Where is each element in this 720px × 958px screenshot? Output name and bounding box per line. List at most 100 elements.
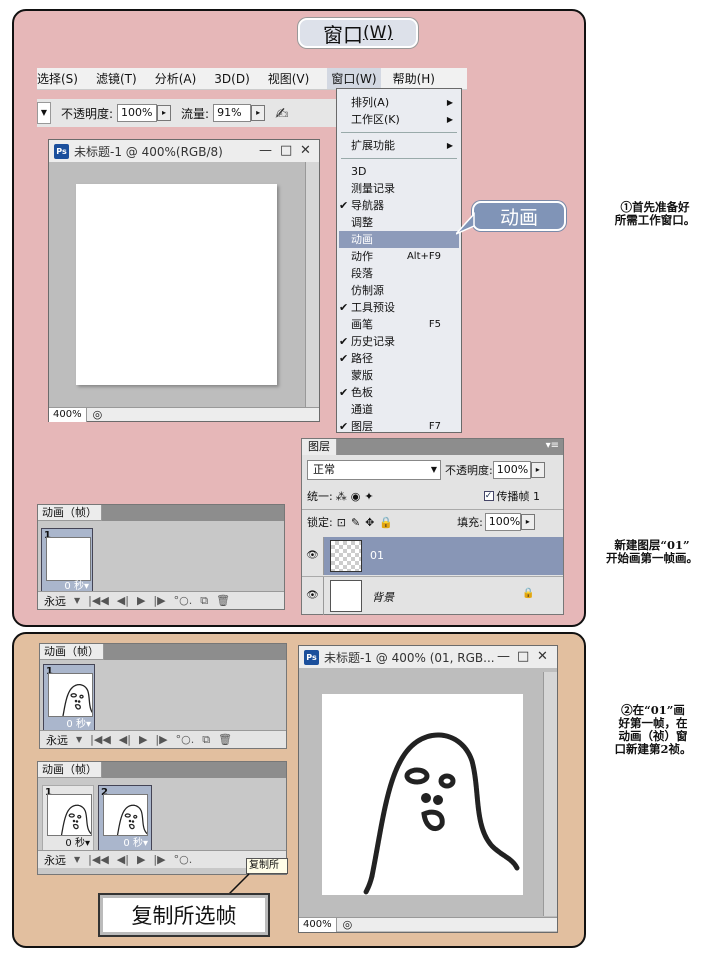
next-frame-icon[interactable]: |▶ xyxy=(153,853,165,866)
tween-icon[interactable]: °○. xyxy=(174,594,193,607)
menu-help[interactable]: 帮助(H) xyxy=(393,70,435,87)
frame-1[interactable]: 1 0 秒▾ xyxy=(43,664,101,732)
tween-icon[interactable]: °○. xyxy=(174,853,193,866)
airbrush-icon[interactable]: ✍ xyxy=(275,104,288,123)
menu-item[interactable]: 画笔 F5 xyxy=(351,316,459,333)
layer-row-01[interactable]: 👁 01 xyxy=(302,537,563,575)
layers-tab[interactable]: 图层 xyxy=(302,439,337,455)
lock-all-icon[interactable]: 🔒 xyxy=(379,516,393,529)
menu-item[interactable]: 段落 xyxy=(351,265,459,282)
menu-3d[interactable]: 3D(D) xyxy=(214,72,249,86)
layer-opacity-field[interactable]: 100% xyxy=(492,461,531,479)
animation-tab[interactable]: 动画（帧） xyxy=(38,505,102,521)
maximize-icon[interactable]: □ xyxy=(280,143,292,158)
eye-icon[interactable]: 👁 xyxy=(302,537,324,575)
frame-delay[interactable]: 0 秒▾ xyxy=(123,834,148,849)
canvas[interactable] xyxy=(322,694,523,895)
menu-item[interactable]: ✔ 色板 xyxy=(339,384,459,401)
menu-item[interactable]: ✔ 路径 xyxy=(339,350,459,367)
loop-select[interactable]: 永远 xyxy=(44,593,66,609)
vertical-scrollbar[interactable] xyxy=(543,672,557,916)
fill-stepper[interactable]: ▸ xyxy=(520,514,535,530)
menu-item[interactable]: 蒙版 xyxy=(351,367,459,384)
chevron-down-icon[interactable]: ▼ xyxy=(37,102,51,124)
document-titlebar[interactable]: Ps 未标题-1 @ 400%(RGB/8) xyxy=(49,140,319,162)
fill-field[interactable]: 100% xyxy=(484,513,521,531)
menu-item[interactable]: 测量记录 xyxy=(351,180,459,197)
menu-item[interactable]: ✔ 图层 F7 xyxy=(339,418,459,435)
menu-item[interactable]: ✔ 导航器 xyxy=(339,197,459,214)
loop-select[interactable]: 永远 xyxy=(44,852,66,868)
chevron-down-icon[interactable]: ▼ xyxy=(76,735,82,744)
status-menu-icon[interactable]: ◎ xyxy=(93,408,103,421)
menu-item[interactable]: 动画 xyxy=(339,231,459,248)
flow-field[interactable]: 91% xyxy=(213,104,252,122)
menu-item-workspace[interactable]: 工作区(K) ▶ xyxy=(351,111,459,128)
menu-select[interactable]: 选择(S) xyxy=(37,70,78,87)
opacity-field[interactable]: 100% xyxy=(117,104,158,122)
menu-item-arrange[interactable]: 排列(A) ▶ xyxy=(351,94,459,111)
play-icon[interactable]: ▶ xyxy=(139,733,147,746)
menu-view[interactable]: 视图(V) xyxy=(268,70,310,87)
loop-select[interactable]: 永远 xyxy=(46,732,68,748)
menu-analysis[interactable]: 分析(A) xyxy=(155,70,197,87)
chevron-down-icon[interactable]: ▼ xyxy=(74,596,80,605)
frame-2[interactable]: 2 0 秒▾ xyxy=(98,785,154,851)
tween-icon[interactable]: °○. xyxy=(176,733,195,746)
close-icon[interactable]: ✕ xyxy=(537,649,548,664)
menu-filter[interactable]: 滤镜(T) xyxy=(96,70,137,87)
menu-item[interactable]: ✔ 工具预设 xyxy=(339,299,459,316)
duplicate-frame-icon[interactable]: ⧉ xyxy=(200,594,208,608)
vertical-scrollbar[interactable] xyxy=(305,162,319,407)
zoom-level[interactable]: 400% xyxy=(49,407,87,422)
unify-visibility-icon[interactable]: ◉ xyxy=(351,490,361,503)
menu-item[interactable]: 仿制源 xyxy=(351,282,459,299)
layer-opacity-stepper[interactable]: ▸ xyxy=(530,462,545,478)
menu-item-extensions[interactable]: 扩展功能 ▶ xyxy=(351,137,459,154)
duplicate-frame-icon[interactable]: ⧉ xyxy=(202,733,210,747)
panel-menu-icon[interactable]: ▾≡ xyxy=(546,440,559,451)
next-frame-icon[interactable]: |▶ xyxy=(155,733,167,746)
status-menu-icon[interactable]: ◎ xyxy=(343,918,353,931)
play-icon[interactable]: ▶ xyxy=(137,594,145,607)
unify-style-icon[interactable]: ✦ xyxy=(364,490,373,503)
first-frame-icon[interactable]: |◀◀ xyxy=(88,853,109,866)
delete-icon[interactable]: 🗑 xyxy=(218,733,232,746)
zoom-level[interactable]: 400% xyxy=(299,917,337,932)
menu-item[interactable]: ✔ 历史记录 xyxy=(339,333,459,350)
menu-window[interactable]: 窗口(W) xyxy=(327,68,381,89)
prev-frame-icon[interactable]: ◀| xyxy=(119,733,131,746)
frame-1[interactable]: 1 0 秒▾ xyxy=(41,528,93,594)
maximize-icon[interactable]: □ xyxy=(517,649,529,664)
unify-position-icon[interactable]: ⁂ xyxy=(336,490,347,503)
canvas[interactable] xyxy=(76,184,277,385)
minimize-icon[interactable]: — xyxy=(259,143,272,158)
menu-item[interactable]: 动作 Alt+F9 xyxy=(351,248,459,265)
lock-position-icon[interactable]: ✥ xyxy=(365,516,374,529)
close-icon[interactable]: ✕ xyxy=(300,143,311,158)
menu-item[interactable]: 调整 xyxy=(351,214,459,231)
frame-delay[interactable]: 0 秒▾ xyxy=(66,715,91,730)
frame-1[interactable]: 1 0 秒▾ xyxy=(42,785,98,851)
menu-item[interactable]: 通道 xyxy=(351,401,459,418)
propagate-checkbox[interactable]: ✓ xyxy=(483,491,494,501)
delete-icon[interactable]: 🗑 xyxy=(216,594,230,607)
animation-tab[interactable]: 动画（帧） xyxy=(38,762,102,778)
prev-frame-icon[interactable]: ◀| xyxy=(117,853,129,866)
first-frame-icon[interactable]: |◀◀ xyxy=(90,733,111,746)
blend-mode-select[interactable]: 正常 ▼ xyxy=(307,460,441,480)
menu-item[interactable]: 3D xyxy=(351,163,459,180)
chevron-down-icon[interactable]: ▼ xyxy=(74,855,80,864)
lock-transparency-icon[interactable]: ⊡ xyxy=(337,516,346,529)
play-icon[interactable]: ▶ xyxy=(137,853,145,866)
eye-icon[interactable]: 👁 xyxy=(302,577,324,615)
first-frame-icon[interactable]: |◀◀ xyxy=(88,594,109,607)
opacity-stepper[interactable]: ▸ xyxy=(157,105,172,121)
animation-tab[interactable]: 动画（帧） xyxy=(40,644,104,660)
flow-stepper[interactable]: ▸ xyxy=(251,105,266,121)
frame-delay[interactable]: 0 秒▾ xyxy=(64,577,89,592)
minimize-icon[interactable]: — xyxy=(497,649,510,664)
layer-row-background[interactable]: 👁 背景 🔒 xyxy=(302,576,563,615)
frame-delay[interactable]: 0 秒▾ xyxy=(65,834,90,849)
next-frame-icon[interactable]: |▶ xyxy=(153,594,165,607)
